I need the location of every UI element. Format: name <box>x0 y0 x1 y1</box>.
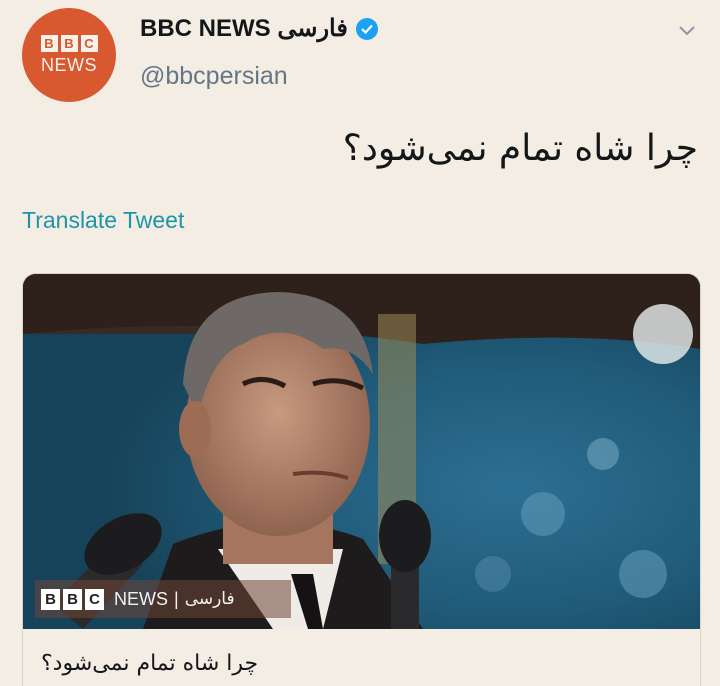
bbc-logo-letter: B <box>60 34 78 52</box>
card-photo <box>23 274 700 629</box>
bbc-logo-letter: B <box>41 588 60 610</box>
bbc-logo-blocks: B B C <box>40 34 98 52</box>
avatar[interactable]: B B C NEWS <box>22 8 116 102</box>
author-handle[interactable]: @bbcpersian <box>140 62 288 91</box>
badge-language-text: فارسی <box>184 589 235 609</box>
bbc-news-persian-badge: B B C NEWS | فارسی <box>35 580 291 618</box>
bbc-logo-letter: C <box>85 588 104 610</box>
bbc-logo-letter: C <box>80 34 98 52</box>
avatar-news-text: NEWS <box>41 54 97 75</box>
bbc-logo-letter: B <box>40 34 58 52</box>
bbc-logo-blocks: B B C <box>41 588 104 610</box>
badge-separator: | <box>174 588 179 609</box>
bbc-logo-letter: B <box>63 588 82 610</box>
link-card[interactable]: چرا شاه تمام نمی‌شود؟ <box>22 273 701 686</box>
tweet-text: چرا شاه تمام نمی‌شود؟ <box>342 128 698 169</box>
author-name-row: BBC NEWS فارسی <box>140 14 378 43</box>
display-name[interactable]: BBC NEWS فارسی <box>140 14 348 43</box>
badge-news-text: NEWS <box>114 588 168 609</box>
chevron-down-icon[interactable] <box>678 22 696 41</box>
verified-badge-icon <box>355 17 378 40</box>
translate-tweet-link[interactable]: Translate Tweet <box>22 207 184 234</box>
card-title[interactable]: چرا شاه تمام نمی‌شود؟ <box>41 651 258 676</box>
